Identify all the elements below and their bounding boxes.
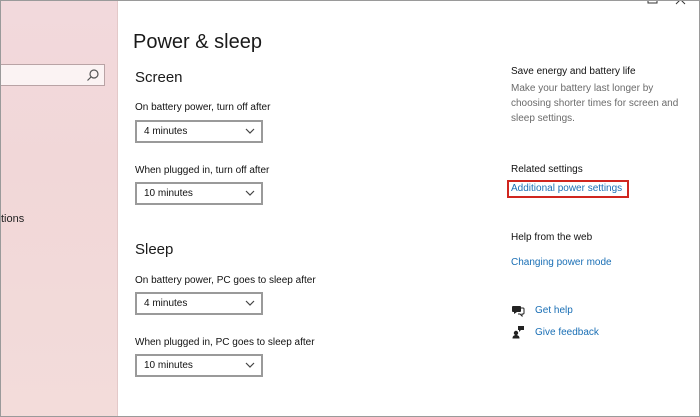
help-from-web-heading: Help from the web bbox=[511, 232, 593, 243]
screen-battery-label: On battery power, turn off after bbox=[135, 102, 271, 113]
navigation-pane: tions bbox=[1, 1, 118, 416]
sleep-plugged-label: When plugged in, PC goes to sleep after bbox=[135, 337, 315, 348]
get-help-icon bbox=[512, 306, 525, 317]
save-energy-description: Make your battery last longer by choosin… bbox=[511, 83, 679, 124]
screen-section-title: Screen bbox=[135, 69, 183, 86]
get-help-link[interactable]: Get help bbox=[535, 305, 573, 316]
close-icon[interactable] bbox=[675, 0, 687, 6]
sleep-battery-dropdown[interactable]: 4 minutes bbox=[135, 292, 263, 315]
related-settings-heading: Related settings bbox=[511, 164, 583, 175]
chevron-down-icon bbox=[245, 128, 255, 134]
save-energy-heading: Save energy and battery life bbox=[511, 66, 636, 77]
search-icon[interactable] bbox=[86, 68, 100, 82]
chevron-down-icon bbox=[245, 362, 255, 368]
settings-window: tions Power & sleep Screen On battery po… bbox=[0, 0, 700, 417]
screen-plugged-dropdown[interactable]: 10 minutes bbox=[135, 182, 263, 205]
dropdown-value: 10 minutes bbox=[144, 360, 193, 371]
dropdown-value: 4 minutes bbox=[144, 126, 188, 137]
chevron-down-icon bbox=[245, 300, 255, 306]
dropdown-value: 4 minutes bbox=[144, 298, 188, 309]
page-title: Power & sleep bbox=[133, 31, 262, 53]
give-feedback-icon bbox=[512, 326, 524, 339]
maximize-icon[interactable] bbox=[647, 0, 659, 6]
screen-plugged-label: When plugged in, turn off after bbox=[135, 165, 270, 176]
additional-power-settings-link[interactable]: Additional power settings bbox=[511, 183, 622, 194]
sleep-battery-label: On battery power, PC goes to sleep after bbox=[135, 275, 316, 286]
search-box[interactable] bbox=[1, 64, 105, 86]
dropdown-value: 10 minutes bbox=[144, 188, 193, 199]
sleep-section-title: Sleep bbox=[135, 241, 174, 258]
give-feedback-link[interactable]: Give feedback bbox=[535, 327, 599, 338]
nav-item-partial[interactable]: tions bbox=[1, 213, 24, 225]
screen-battery-dropdown[interactable]: 4 minutes bbox=[135, 120, 263, 143]
sleep-plugged-dropdown[interactable]: 10 minutes bbox=[135, 354, 263, 377]
chevron-down-icon bbox=[245, 190, 255, 196]
changing-power-mode-link[interactable]: Changing power mode bbox=[511, 257, 612, 268]
